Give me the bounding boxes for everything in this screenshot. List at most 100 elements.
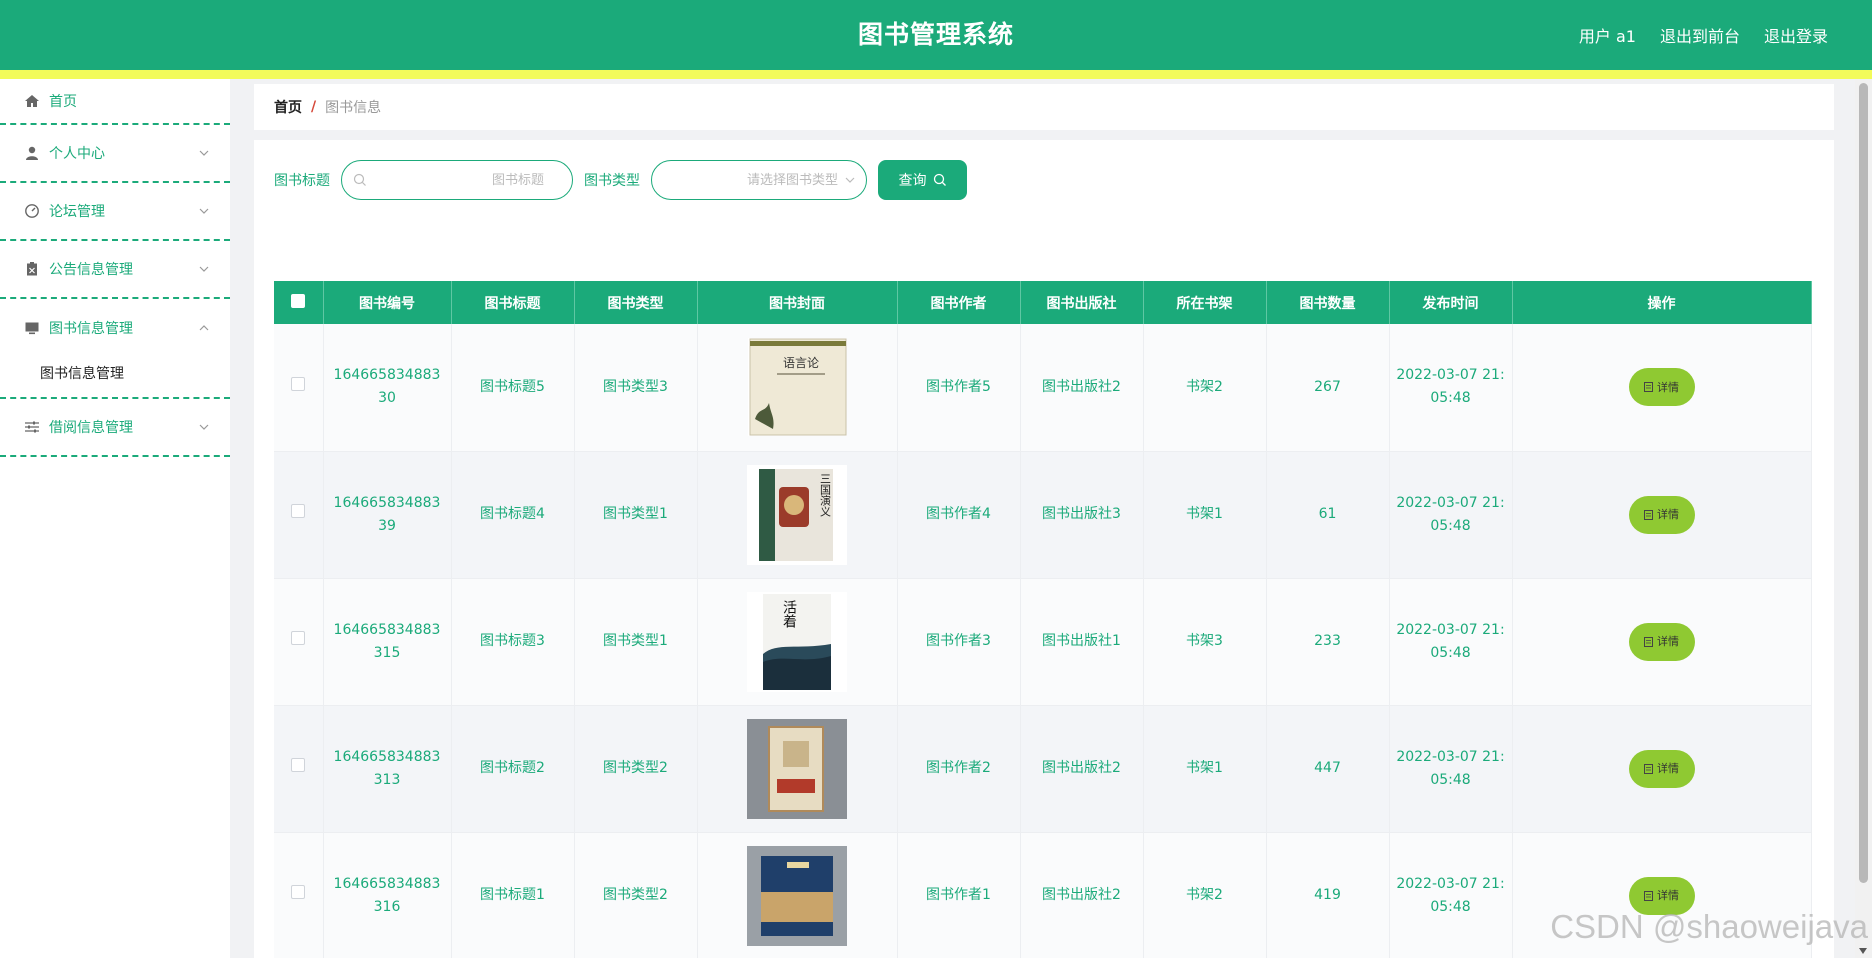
- watermark: CSDN @shaoweijava: [1550, 908, 1868, 945]
- book-publisher-cell: 图书出版社2: [1020, 832, 1144, 958]
- breadcrumb: 首页 / 图书信息: [254, 84, 1834, 130]
- page-scrollbar[interactable]: [1855, 79, 1872, 958]
- sidebar-item-book-info[interactable]: 图书信息管理 图书信息管理: [0, 299, 230, 399]
- book-count-cell: 233: [1266, 578, 1390, 706]
- detail-button-label: 详情: [1657, 508, 1679, 521]
- row-checkbox[interactable]: [291, 504, 306, 518]
- sidebar-item-forum[interactable]: 论坛管理: [0, 183, 230, 241]
- scroll-down-arrow-icon[interactable]: [1859, 948, 1867, 954]
- book-count-cell: 267: [1266, 324, 1390, 452]
- query-button-label: 查询: [898, 173, 927, 189]
- exit-to-frontend-link[interactable]: 退出到前台: [1660, 23, 1740, 47]
- column-header: 图书类型: [574, 281, 698, 324]
- sidebar-item-label: 论坛管理: [49, 204, 105, 220]
- table-row: 164665834883 315 图书标题3 图书类型1 活着 图书作者3 图书出…: [274, 578, 1812, 706]
- search-bar: 图书标题 图书类型 查询: [274, 160, 967, 200]
- book-count-cell: 419: [1266, 832, 1390, 958]
- book-id-cell: 164665834883 315: [323, 578, 452, 706]
- row-checkbox[interactable]: [291, 758, 306, 772]
- header-links: 用户 a1 退出到前台 退出登录: [1579, 0, 1828, 70]
- actions-cell: 详情: [1512, 324, 1812, 452]
- current-user-label: 用户 a1: [1578, 27, 1636, 46]
- publish-time-cell: 2022-03-07 21: 05:48: [1389, 451, 1513, 579]
- column-header: 图书作者: [897, 281, 1021, 324]
- breadcrumb-home[interactable]: 首页: [274, 97, 302, 117]
- book-cover-image[interactable]: 语言论: [747, 337, 847, 437]
- book-title-cell: 图书标题4: [451, 451, 575, 579]
- book-publisher-cell: 图书出版社3: [1020, 451, 1144, 579]
- sidebar-item-label: 公告信息管理: [49, 262, 133, 278]
- breadcrumb-separator: /: [311, 99, 317, 115]
- actions-cell: 详情: [1512, 705, 1812, 833]
- column-header: 图书封面: [697, 281, 898, 324]
- breadcrumb-current: 图书信息: [325, 100, 382, 116]
- book-cover-cell: [697, 705, 898, 833]
- chevron-down-icon: [199, 424, 209, 430]
- book-cover-image[interactable]: 活着: [747, 591, 847, 692]
- row-checkbox[interactable]: [291, 885, 306, 899]
- sidebar-subitem-book-info-manage[interactable]: 图书信息管理: [24, 357, 124, 397]
- title-search-input[interactable]: [342, 161, 572, 199]
- type-select-label: 图书类型: [584, 173, 640, 189]
- sidebar-item-book-info-header[interactable]: 图书信息管理: [24, 299, 230, 357]
- sidebar-item-label: 图书信息管理: [49, 321, 133, 337]
- book-shelf-cell: 书架1: [1143, 451, 1267, 579]
- publish-time-cell: 2022-03-07 21: 05:48: [1389, 705, 1513, 833]
- column-header: 发布时间: [1389, 281, 1513, 324]
- sidebar-item-borrow[interactable]: 借阅信息管理: [0, 399, 230, 457]
- sidebar-item-label: 个人中心: [49, 146, 105, 162]
- select-all-header[interactable]: [274, 281, 324, 324]
- top-header: 图书管理系统 用户 a1 退出到前台 退出登录: [0, 0, 1872, 70]
- actions-cell: 详情: [1512, 578, 1812, 706]
- search-icon: [933, 173, 946, 186]
- book-cover-image[interactable]: 三国演义: [747, 464, 847, 565]
- type-select-input[interactable]: [652, 161, 866, 199]
- monitor-icon: [25, 322, 39, 335]
- book-author-cell: 图书作者3: [897, 578, 1021, 706]
- sidebar: 首页 个人中心 论坛管理 公告信息管理 图书信息管理 图书信息管理 借阅信息管理: [0, 79, 230, 958]
- detail-button[interactable]: 详情: [1628, 495, 1695, 534]
- book-type-cell: 图书类型1: [574, 578, 698, 706]
- sidebar-item-notice[interactable]: 公告信息管理: [0, 241, 230, 299]
- user-icon: [26, 146, 38, 160]
- detail-button[interactable]: 详情: [1628, 749, 1695, 788]
- main-panel: 图书标题 图书类型 查询 图书编号 图书标题 图书类型 图书封面: [254, 140, 1834, 958]
- column-header: 图书数量: [1266, 281, 1390, 324]
- sidebar-item-label: 首页: [49, 94, 77, 110]
- book-table: 图书编号 图书标题 图书类型 图书封面 图书作者 图书出版社 所在书架 图书数量…: [274, 281, 1812, 958]
- document-icon: [1644, 509, 1653, 520]
- detail-button[interactable]: 详情: [1628, 622, 1695, 661]
- book-cover-image[interactable]: [747, 718, 847, 819]
- column-header: 图书编号: [323, 281, 452, 324]
- sidebar-item-label: 借阅信息管理: [49, 420, 133, 436]
- title-search-field[interactable]: [341, 160, 573, 200]
- book-type-cell: 图书类型2: [574, 705, 698, 833]
- publish-time-cell: 2022-03-07 21: 05:48: [1389, 578, 1513, 706]
- row-checkbox[interactable]: [291, 631, 306, 645]
- book-publisher-cell: 图书出版社1: [1020, 578, 1144, 706]
- type-select[interactable]: [651, 160, 867, 200]
- book-id-cell: 164665834883 39: [323, 451, 452, 579]
- book-shelf-cell: 书架3: [1143, 578, 1267, 706]
- book-cover-cell: [697, 832, 898, 958]
- book-id-cell: 164665834883 313: [323, 705, 452, 833]
- detail-button-label: 详情: [1657, 889, 1679, 902]
- scrollbar-thumb[interactable]: [1859, 83, 1868, 883]
- document-icon: [1644, 763, 1653, 774]
- detail-button[interactable]: 详情: [1628, 368, 1695, 407]
- sidebar-item-personal-center[interactable]: 个人中心: [0, 125, 230, 183]
- home-icon: [25, 95, 39, 107]
- query-button[interactable]: 查询: [878, 160, 967, 200]
- book-author-cell: 图书作者1: [897, 832, 1021, 958]
- chevron-down-icon: [199, 266, 209, 272]
- actions-cell: 详情: [1512, 451, 1812, 579]
- column-header: 图书出版社: [1020, 281, 1144, 324]
- logout-link[interactable]: 退出登录: [1764, 23, 1828, 47]
- select-all-checkbox[interactable]: [291, 293, 306, 308]
- table-row: 164665834883 30 图书标题5 图书类型3 语言论 图书作者5 图书出…: [274, 324, 1812, 452]
- row-checkbox[interactable]: [291, 376, 306, 391]
- chevron-down-icon: [199, 208, 209, 214]
- book-count-cell: 61: [1266, 451, 1390, 579]
- sidebar-item-home[interactable]: 首页: [0, 79, 230, 125]
- book-cover-image[interactable]: [747, 845, 847, 946]
